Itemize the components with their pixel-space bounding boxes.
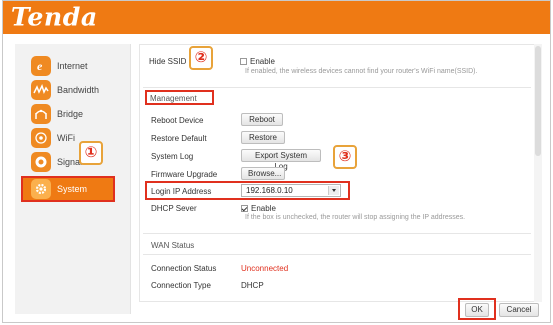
reboot-device-label: Reboot Device bbox=[151, 116, 204, 125]
hide-ssid-hint: If enabled, the wireless devices cannot … bbox=[245, 68, 478, 75]
hide-ssid-enable-label: Enable bbox=[250, 57, 275, 66]
internet-explorer-icon: e bbox=[31, 56, 51, 76]
connection-status-value: Unconnected bbox=[241, 264, 289, 273]
sidebar-item-label: System bbox=[57, 184, 88, 194]
gear-icon bbox=[31, 179, 51, 199]
cancel-button[interactable]: Cancel bbox=[499, 303, 539, 317]
section-divider bbox=[143, 233, 531, 234]
management-highlight bbox=[145, 90, 214, 105]
connection-status-label: Connection Status bbox=[151, 264, 217, 273]
tenda-logo: Tenda bbox=[10, 1, 98, 32]
dhcp-enable-checkbox[interactable] bbox=[241, 205, 248, 212]
login-ip-highlight bbox=[145, 181, 350, 200]
signal-icon bbox=[31, 152, 51, 172]
section-divider bbox=[143, 254, 531, 255]
sidebar-item-label: Bandwidth bbox=[57, 85, 100, 95]
sidebar-item-label: Bridge bbox=[57, 109, 84, 119]
step-2-badge: ② bbox=[189, 46, 213, 70]
wifi-icon bbox=[31, 128, 51, 148]
firmware-upgrade-label: Firmware Upgrade bbox=[151, 170, 218, 179]
sidebar-item-wifi[interactable]: WiFi bbox=[31, 126, 121, 150]
reboot-button[interactable]: Reboot bbox=[241, 113, 283, 126]
hide-ssid-checkbox[interactable] bbox=[240, 58, 247, 65]
bandwidth-icon bbox=[31, 80, 51, 100]
header-bar: Tenda bbox=[3, 1, 550, 34]
restore-default-label: Restore Default bbox=[151, 134, 207, 143]
connection-type-value: DHCP bbox=[241, 281, 264, 290]
sidebar-item-system[interactable]: System bbox=[21, 176, 115, 202]
section-divider bbox=[143, 87, 531, 88]
scrollbar-thumb[interactable] bbox=[535, 46, 541, 156]
step-2-callout: ② bbox=[189, 46, 213, 70]
sidebar-item-internet[interactable]: e Internet bbox=[31, 54, 121, 78]
router-admin-window: Tenda e Internet Bandwidth Bridge WiFi S… bbox=[2, 0, 551, 323]
step-3-badge: ③ bbox=[333, 145, 357, 169]
connection-type-label: Connection Type bbox=[151, 281, 211, 290]
sidebar-item-bridge[interactable]: Bridge bbox=[31, 102, 121, 126]
bridge-icon bbox=[31, 104, 51, 124]
export-system-log-button[interactable]: Export System Log bbox=[241, 149, 321, 171]
ok-highlight bbox=[458, 298, 496, 320]
sidebar: e Internet Bandwidth Bridge WiFi Signal … bbox=[15, 44, 131, 314]
dhcp-enable-label: Enable bbox=[251, 204, 276, 213]
restore-button[interactable]: Restore bbox=[241, 131, 285, 144]
dhcp-server-label: DHCP Sever bbox=[151, 204, 197, 213]
sidebar-item-label: WiFi bbox=[57, 133, 75, 143]
step-1-callout: ① bbox=[79, 141, 103, 165]
step-1-badge: ① bbox=[79, 141, 103, 165]
sidebar-item-bandwidth[interactable]: Bandwidth bbox=[31, 78, 121, 102]
system-log-label: System Log bbox=[151, 152, 194, 161]
dhcp-hint: If the box is unchecked, the router will… bbox=[245, 214, 466, 221]
scrollbar[interactable] bbox=[534, 44, 542, 302]
sidebar-item-label: Internet bbox=[57, 61, 88, 71]
sidebar-item-signal[interactable]: Signal bbox=[31, 150, 121, 174]
wan-status-title: WAN Status bbox=[151, 241, 195, 250]
browse-button[interactable]: Browse... bbox=[241, 167, 285, 180]
step-3-callout: ③ bbox=[333, 145, 357, 169]
svg-text:e: e bbox=[37, 59, 43, 73]
hide-ssid-label: Hide SSID bbox=[149, 57, 187, 66]
